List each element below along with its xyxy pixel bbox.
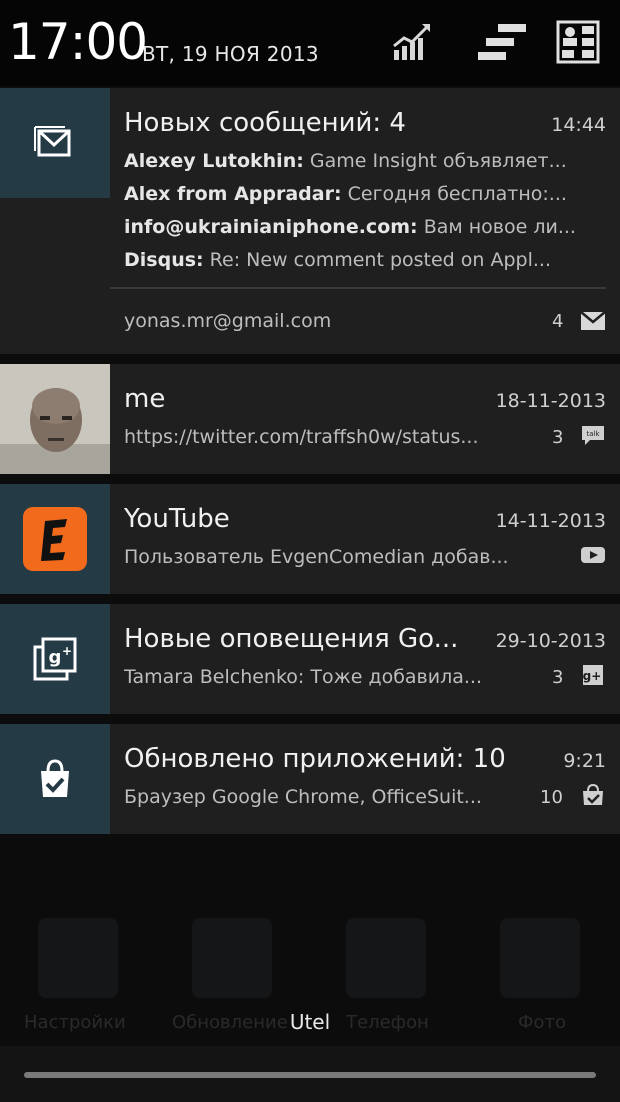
notification-text: Пользователь EvgenComedian добав... <box>124 546 509 568</box>
bg-app-update-icon <box>192 918 272 998</box>
notification-google-plus[interactable]: g + Новые оповещения Go... 29-10-2013 Ta… <box>0 604 620 714</box>
talk-icon: talk <box>582 426 604 445</box>
svg-text:talk: talk <box>586 430 600 438</box>
notification-time: 14:44 <box>551 114 606 136</box>
bg-app-phone-icon <box>346 918 426 998</box>
play-store-icon-box <box>0 724 110 834</box>
message-count: 4 <box>552 311 564 332</box>
message-line: Alexey Lutokhin: Game Insight объявляет.… <box>124 150 567 172</box>
drag-handle[interactable] <box>24 1072 596 1078</box>
youtube-user-icon <box>23 507 87 571</box>
notification-title: me <box>124 384 166 414</box>
notification-title: Новые оповещения Go... <box>124 624 459 654</box>
message-line: Alex from Appradar: Сегодня бесплатно:..… <box>124 183 567 205</box>
notification-gmail[interactable]: Новых сообщений: 4 14:44 Alexey Lutokhin… <box>0 88 620 354</box>
notification-title: YouTube <box>124 504 230 534</box>
carrier-label: Utel <box>289 1010 331 1034</box>
notification-title: Обновлено приложений: 10 <box>124 744 506 774</box>
avatar <box>0 364 110 474</box>
svg-text:g: g <box>49 647 62 668</box>
notification-count: 3 <box>552 667 564 688</box>
mail-small-icon <box>580 311 606 330</box>
google-plus-small-icon: g+ <box>583 665 603 685</box>
notification-text: Tamara Belchenko: Тоже добавила... <box>124 666 483 688</box>
notification-count: 3 <box>552 427 564 448</box>
account-email: yonas.mr@gmail.com <box>124 310 332 332</box>
notification-count: 10 <box>540 787 563 808</box>
google-plus-icon: g + <box>33 637 77 681</box>
gmail-icon-box <box>0 88 110 198</box>
notification-time: 9:21 <box>563 750 606 772</box>
notification-app-updates[interactable]: Обновлено приложений: 10 9:21 Браузер Go… <box>0 724 620 834</box>
notification-twitter[interactable]: me 18-11-2013 https://twitter.com/traffs… <box>0 364 620 474</box>
svg-text:g+: g+ <box>583 669 602 683</box>
bg-app-photos-icon <box>500 918 580 998</box>
message-line: Disqus: Re: New comment posted on Appl..… <box>124 249 551 271</box>
message-line: info@ukrainianiphone.com: Вам новое ли..… <box>124 216 576 238</box>
data-usage-icon[interactable] <box>390 20 434 64</box>
user-settings-icon[interactable] <box>556 20 600 64</box>
notification-time: 18-11-2013 <box>495 390 606 412</box>
play-store-icon <box>41 759 69 797</box>
svg-text:+: + <box>62 644 72 658</box>
quick-settings-icon[interactable] <box>476 20 528 64</box>
google-plus-icon-box: g + <box>0 604 110 714</box>
status-bar: 17:00 ВТ, 19 НОЯ 2013 <box>0 0 620 86</box>
notification-youtube[interactable]: YouTube 14-11-2013 Пользователь EvgenCom… <box>0 484 620 594</box>
clock: 17:00 <box>8 13 148 71</box>
youtube-user-icon-box <box>0 484 110 594</box>
gmail-icon <box>34 126 71 157</box>
notification-title: Новых сообщений: 4 <box>124 108 406 138</box>
date: ВТ, 19 НОЯ 2013 <box>142 42 319 66</box>
notification-time: 29-10-2013 <box>495 630 606 652</box>
notification-text: Браузер Google Chrome, OfficeSuit... <box>124 786 482 808</box>
divider <box>110 287 606 289</box>
notification-time: 14-11-2013 <box>495 510 606 532</box>
notification-text: https://twitter.com/traffsh0w/status... <box>124 426 479 448</box>
play-store-small-icon <box>583 784 603 805</box>
bg-app-settings-icon <box>38 918 118 998</box>
youtube-icon <box>581 547 605 563</box>
